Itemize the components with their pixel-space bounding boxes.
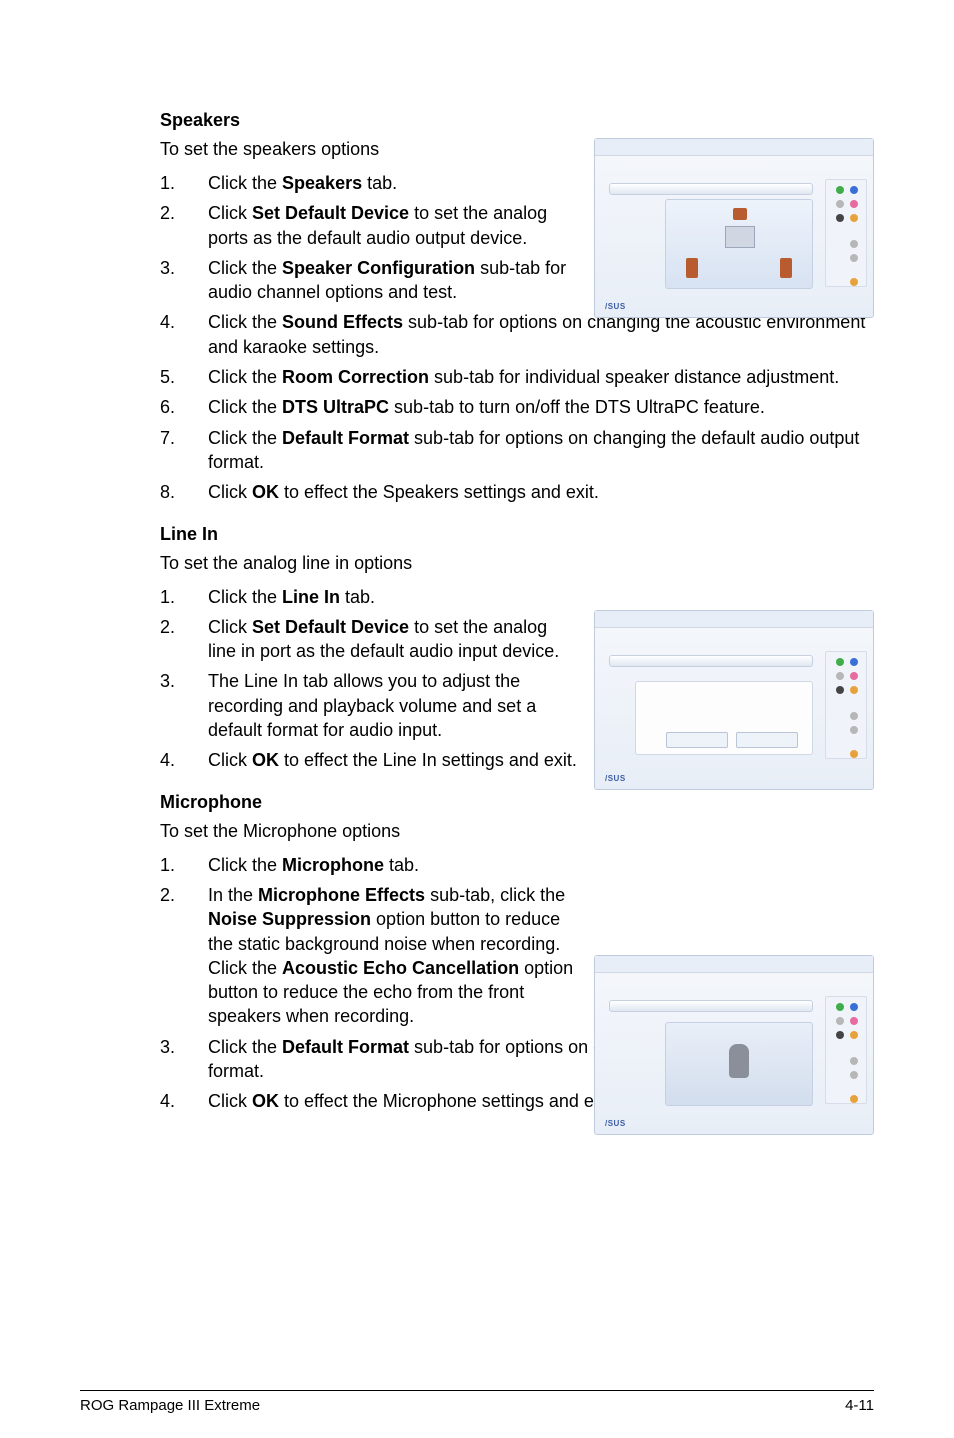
- list-item: 1.Click the Line In tab.: [160, 582, 874, 612]
- footer-left: ROG Rampage III Extreme: [80, 1397, 260, 1414]
- microphone-intro: To set the Microphone options: [160, 821, 874, 842]
- item-number: 8.: [160, 480, 208, 504]
- asus-logo: /SUS: [605, 774, 626, 783]
- item-number: 7.: [160, 426, 208, 475]
- item-number: 4.: [160, 310, 208, 359]
- item-number: 1.: [160, 171, 208, 195]
- item-number: 1.: [160, 853, 208, 877]
- item-number: 5.: [160, 365, 208, 389]
- page-footer: ROG Rampage III Extreme 4-11: [80, 1390, 874, 1414]
- item-number: 6.: [160, 395, 208, 419]
- item-number: 3.: [160, 256, 208, 305]
- item-number: 2.: [160, 615, 208, 664]
- item-body: Click the Speakers tab.: [208, 171, 578, 195]
- item-body: Click Set Default Device to set the anal…: [208, 615, 578, 664]
- list-item: 6.Click the DTS UltraPC sub-tab to turn …: [160, 392, 874, 422]
- asus-logo: /SUS: [605, 1119, 626, 1128]
- item-number: 1.: [160, 585, 208, 609]
- asus-logo: /SUS: [605, 302, 626, 311]
- item-body: Click Set Default Device to set the anal…: [208, 201, 578, 250]
- speakers-screenshot: /SUS: [594, 138, 874, 318]
- linein-intro: To set the analog line in options: [160, 553, 874, 574]
- footer-right: 4-11: [845, 1397, 874, 1414]
- item-number: 4.: [160, 748, 208, 772]
- list-item: 1.Click the Microphone tab.: [160, 850, 874, 880]
- item-body: Click the Default Format sub-tab for opt…: [208, 426, 874, 475]
- item-body: Click the Room Correction sub-tab for in…: [208, 365, 874, 389]
- list-item: 7.Click the Default Format sub-tab for o…: [160, 423, 874, 478]
- item-number: 4.: [160, 1089, 208, 1113]
- item-body: Click the Speaker Configuration sub-tab …: [208, 256, 578, 305]
- item-body: Click OK to effect the Speakers settings…: [208, 480, 874, 504]
- item-number: 3.: [160, 669, 208, 742]
- list-item: 8.Click OK to effect the Speakers settin…: [160, 477, 874, 507]
- item-body: In the Microphone Effects sub-tab, click…: [208, 883, 578, 1029]
- speakers-heading: Speakers: [160, 110, 874, 131]
- microphone-screenshot: /SUS: [594, 955, 874, 1135]
- item-body: Click the DTS UltraPC sub-tab to turn on…: [208, 395, 874, 419]
- item-number: 2.: [160, 883, 208, 1029]
- linein-heading: Line In: [160, 524, 874, 545]
- linein-screenshot: /SUS: [594, 610, 874, 790]
- item-body: The Line In tab allows you to adjust the…: [208, 669, 578, 742]
- item-number: 3.: [160, 1035, 208, 1084]
- list-item: 5.Click the Room Correction sub-tab for …: [160, 362, 874, 392]
- item-number: 2.: [160, 201, 208, 250]
- item-body: Click the Microphone tab.: [208, 853, 578, 877]
- item-body: Click the Line In tab.: [208, 585, 578, 609]
- microphone-heading: Microphone: [160, 792, 874, 813]
